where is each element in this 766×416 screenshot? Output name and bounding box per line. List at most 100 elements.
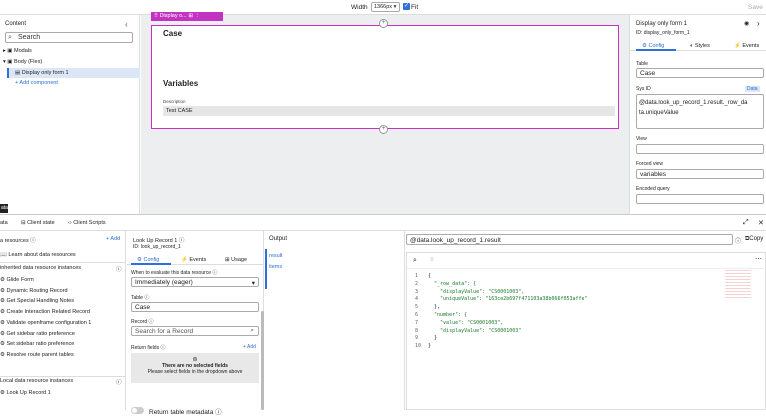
content-panel: Content ‹ ⌕ Search ▸ ▣ Modals ▾ ▣ Body (…	[0, 15, 140, 214]
resource-label: Set sidebar ratio preference	[6, 341, 75, 348]
output-link-result[interactable]: result	[269, 253, 282, 259]
expression-value: @data.look_up_record_1.result	[410, 237, 501, 244]
table-value: Case	[640, 70, 656, 77]
code-editor: ⌕ ≡ ⋯ 1 {2 "_row_data": {3 "displayValue"…	[406, 252, 766, 410]
inherited-item[interactable]: ⚙ Get Special Handling Notes	[0, 298, 74, 304]
fit-label: Fit	[411, 4, 419, 11]
encoded-query-field[interactable]	[636, 194, 764, 204]
inherited-item[interactable]: ⚙ Resolve route parent tables	[0, 352, 74, 358]
search-icon[interactable]: ⌕	[413, 257, 417, 265]
table-field[interactable]: Case	[636, 68, 764, 78]
expression-field[interactable]: @data.look_up_record_1.result	[406, 234, 733, 245]
chip-label: Display o...	[159, 13, 187, 19]
inherited-item[interactable]: ⚙ Glide Form	[0, 277, 34, 283]
local-title: Local data resource instances	[0, 378, 74, 384]
table-field[interactable]: Case	[131, 302, 259, 312]
data-tab-marker[interactable]: ata	[0, 204, 8, 213]
resource-label: Get Special Handling Notes	[6, 298, 75, 305]
add-resource-button[interactable]: + Add	[106, 236, 120, 242]
search-placeholder: Search	[18, 34, 41, 41]
inherited-item[interactable]: ⚙ Create Interaction Related Record	[0, 309, 90, 315]
tab-events[interactable]: ⚡ Events	[734, 43, 759, 49]
tab-usage[interactable]: ⊞ Usage	[225, 257, 247, 263]
encoded-query-label: Encoded query	[636, 186, 670, 192]
tab-client-state[interactable]: ⊟ Client state	[21, 220, 55, 226]
resources-title-text: a resources	[0, 238, 29, 244]
component-title: Display only form 1	[636, 21, 688, 27]
learn-link[interactable]: 📖 Learn about data resources	[0, 252, 76, 258]
sysid-field[interactable]: @data.look_up_record_1.result._row_da ta…	[636, 94, 764, 129]
inherited-item[interactable]: ⚙ Get sidebar ratio preference	[0, 331, 75, 337]
active-tab-indicator	[131, 263, 171, 265]
more-icon[interactable]: ⋮	[194, 13, 200, 19]
tab-styles[interactable]: ◐ Styles	[690, 43, 710, 49]
expand-icon[interactable]: ⤢	[743, 219, 749, 227]
add-above-icon[interactable]: +	[379, 19, 388, 28]
visibility-icon[interactable]: ◉	[744, 20, 749, 27]
add-field-button[interactable]: + Add	[243, 344, 256, 350]
table-label-text: Table	[131, 295, 143, 301]
chevron-down-icon: ▾	[251, 280, 255, 287]
canvas: Case Variables Description Test CASE ⠿ D…	[141, 12, 629, 214]
more-icon[interactable]: ⋯	[755, 255, 762, 263]
tree-item-display-form[interactable]: ▤ Display only form 1	[7, 68, 140, 78]
add-component-link[interactable]: + Add component	[15, 80, 58, 86]
form-icon: ▤	[15, 70, 21, 76]
local-item[interactable]: ⚙ Look Up Record 1	[0, 390, 51, 396]
width-select[interactable]: 1366px ▾	[371, 2, 400, 12]
table-label: Table ⓘ	[131, 295, 150, 301]
resource-label: Validate openframe configuration 1	[6, 319, 92, 326]
record-placeholder: Search for a Record	[135, 328, 194, 335]
metadata-label-text: Return table metadata	[149, 409, 214, 416]
minimap	[725, 270, 751, 300]
modals-icon: ▣	[7, 48, 13, 54]
view-field[interactable]	[636, 144, 764, 154]
add-below-icon[interactable]: +	[379, 125, 388, 134]
line-text: "value": "CS0001003",	[428, 319, 504, 326]
close-panel-icon[interactable]: ›	[757, 19, 760, 28]
line-number: 10	[415, 343, 422, 350]
format-icon[interactable]: ≡	[430, 257, 434, 263]
save-button[interactable]: Save	[748, 4, 763, 11]
resource-label: Resolve route parent tables	[6, 351, 74, 358]
output-link-items[interactable]: items	[269, 264, 282, 270]
metadata-toggle[interactable]	[131, 407, 144, 414]
selection-chip[interactable]: ⠿ Display o... ⊞ ⋮	[151, 12, 223, 21]
inherited-item[interactable]: ⚙ Validate openframe configuration 1	[0, 320, 91, 326]
search-input[interactable]: ⌕ Search	[5, 32, 133, 43]
sysid-label: Sys ID	[636, 86, 651, 92]
scrollbar[interactable]	[261, 311, 264, 410]
inherited-item[interactable]: ⚙ Set sidebar ratio preference	[0, 341, 74, 347]
view-label: View	[636, 136, 647, 142]
return-fields-text: Return fields	[131, 345, 160, 351]
collapse-icon[interactable]: ‹	[125, 20, 128, 29]
tab-client-scripts[interactable]: ‹› Client Scripts	[68, 220, 106, 226]
config-panel: Display only form 1 ◉ › ID: display_only…	[629, 15, 766, 214]
line-number: 1	[415, 273, 419, 279]
width-label: Width	[351, 4, 368, 11]
copy-button[interactable]: ⧉Copy	[745, 236, 763, 243]
close-icon[interactable]: ✕	[758, 219, 764, 227]
empty-fields-box: ⊜ There are no selected fields Please se…	[131, 353, 259, 383]
when-select[interactable]: Immediately (eager) ▾	[131, 277, 259, 287]
tab-events[interactable]: ⚡ Events	[181, 257, 206, 263]
record-search[interactable]: Search for a Record ⌕	[131, 326, 259, 336]
tab-label: Usage	[231, 257, 248, 263]
drag-handle-icon[interactable]: ⠿	[154, 13, 158, 19]
lookup-id: ID: look_up_record_1	[133, 244, 181, 250]
line-text: "number": {	[428, 312, 468, 318]
tree-item-modals[interactable]: ▸ ▣ Modals	[3, 48, 32, 54]
tree-item-body[interactable]: ▾ ▣ Body (Flex)	[3, 59, 42, 65]
data-binding-badge[interactable]: Data	[745, 86, 760, 92]
tree-icon[interactable]: ⊞	[188, 13, 193, 19]
record-label: Record ⓘ	[131, 319, 154, 325]
forced-view-field[interactable]: variables	[636, 169, 764, 179]
fit-checkbox[interactable]: ✓	[403, 3, 410, 10]
tab-data[interactable]: ata	[0, 220, 8, 226]
empty-icon: ⊜	[192, 357, 198, 363]
display-form[interactable]: Case Variables Description Test CASE	[151, 25, 619, 129]
container-icon: ▣	[7, 59, 13, 65]
lookup-title: Look Up Record 1 ⓘ	[133, 238, 185, 244]
inherited-item[interactable]: ⚙ Dynamic Routing Record	[0, 288, 68, 294]
sysid-line2: ta.uniqueValue	[639, 110, 679, 116]
